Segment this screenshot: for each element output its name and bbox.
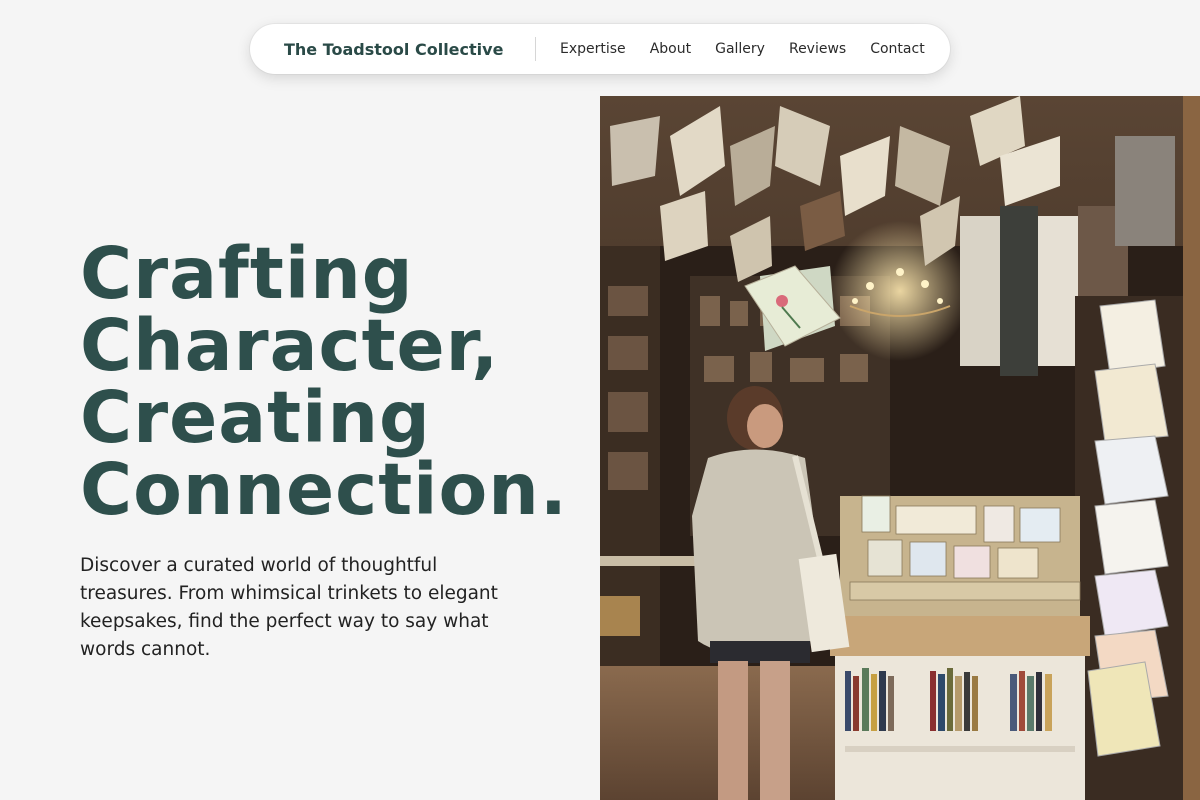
bookshop-illustration xyxy=(600,96,1200,800)
nav-link-about[interactable]: About xyxy=(650,41,691,57)
nav-divider xyxy=(535,37,536,61)
nav-link-contact[interactable]: Contact xyxy=(870,41,924,57)
nav-link-reviews[interactable]: Reviews xyxy=(789,41,846,57)
nav-link-gallery[interactable]: Gallery xyxy=(715,41,765,57)
top-navigation: The Toadstool Collective Expertise About… xyxy=(250,24,950,74)
hero-title-line: Connection. xyxy=(80,448,568,531)
bookshop-photo xyxy=(600,96,1200,800)
hero-title-line: Crafting xyxy=(80,232,414,315)
hero-title-line: Creating xyxy=(80,376,431,459)
hero-description: Discover a curated world of thoughtful t… xyxy=(80,555,498,660)
nav-link-expertise[interactable]: Expertise xyxy=(560,41,626,57)
hero-title: Crafting Character, Creating Connection. xyxy=(80,238,590,526)
brand-logo-link[interactable]: The Toadstool Collective xyxy=(284,24,503,74)
hero-title-line: Character, xyxy=(80,304,500,387)
nav-links: Expertise About Gallery Reviews Contact xyxy=(560,24,925,74)
